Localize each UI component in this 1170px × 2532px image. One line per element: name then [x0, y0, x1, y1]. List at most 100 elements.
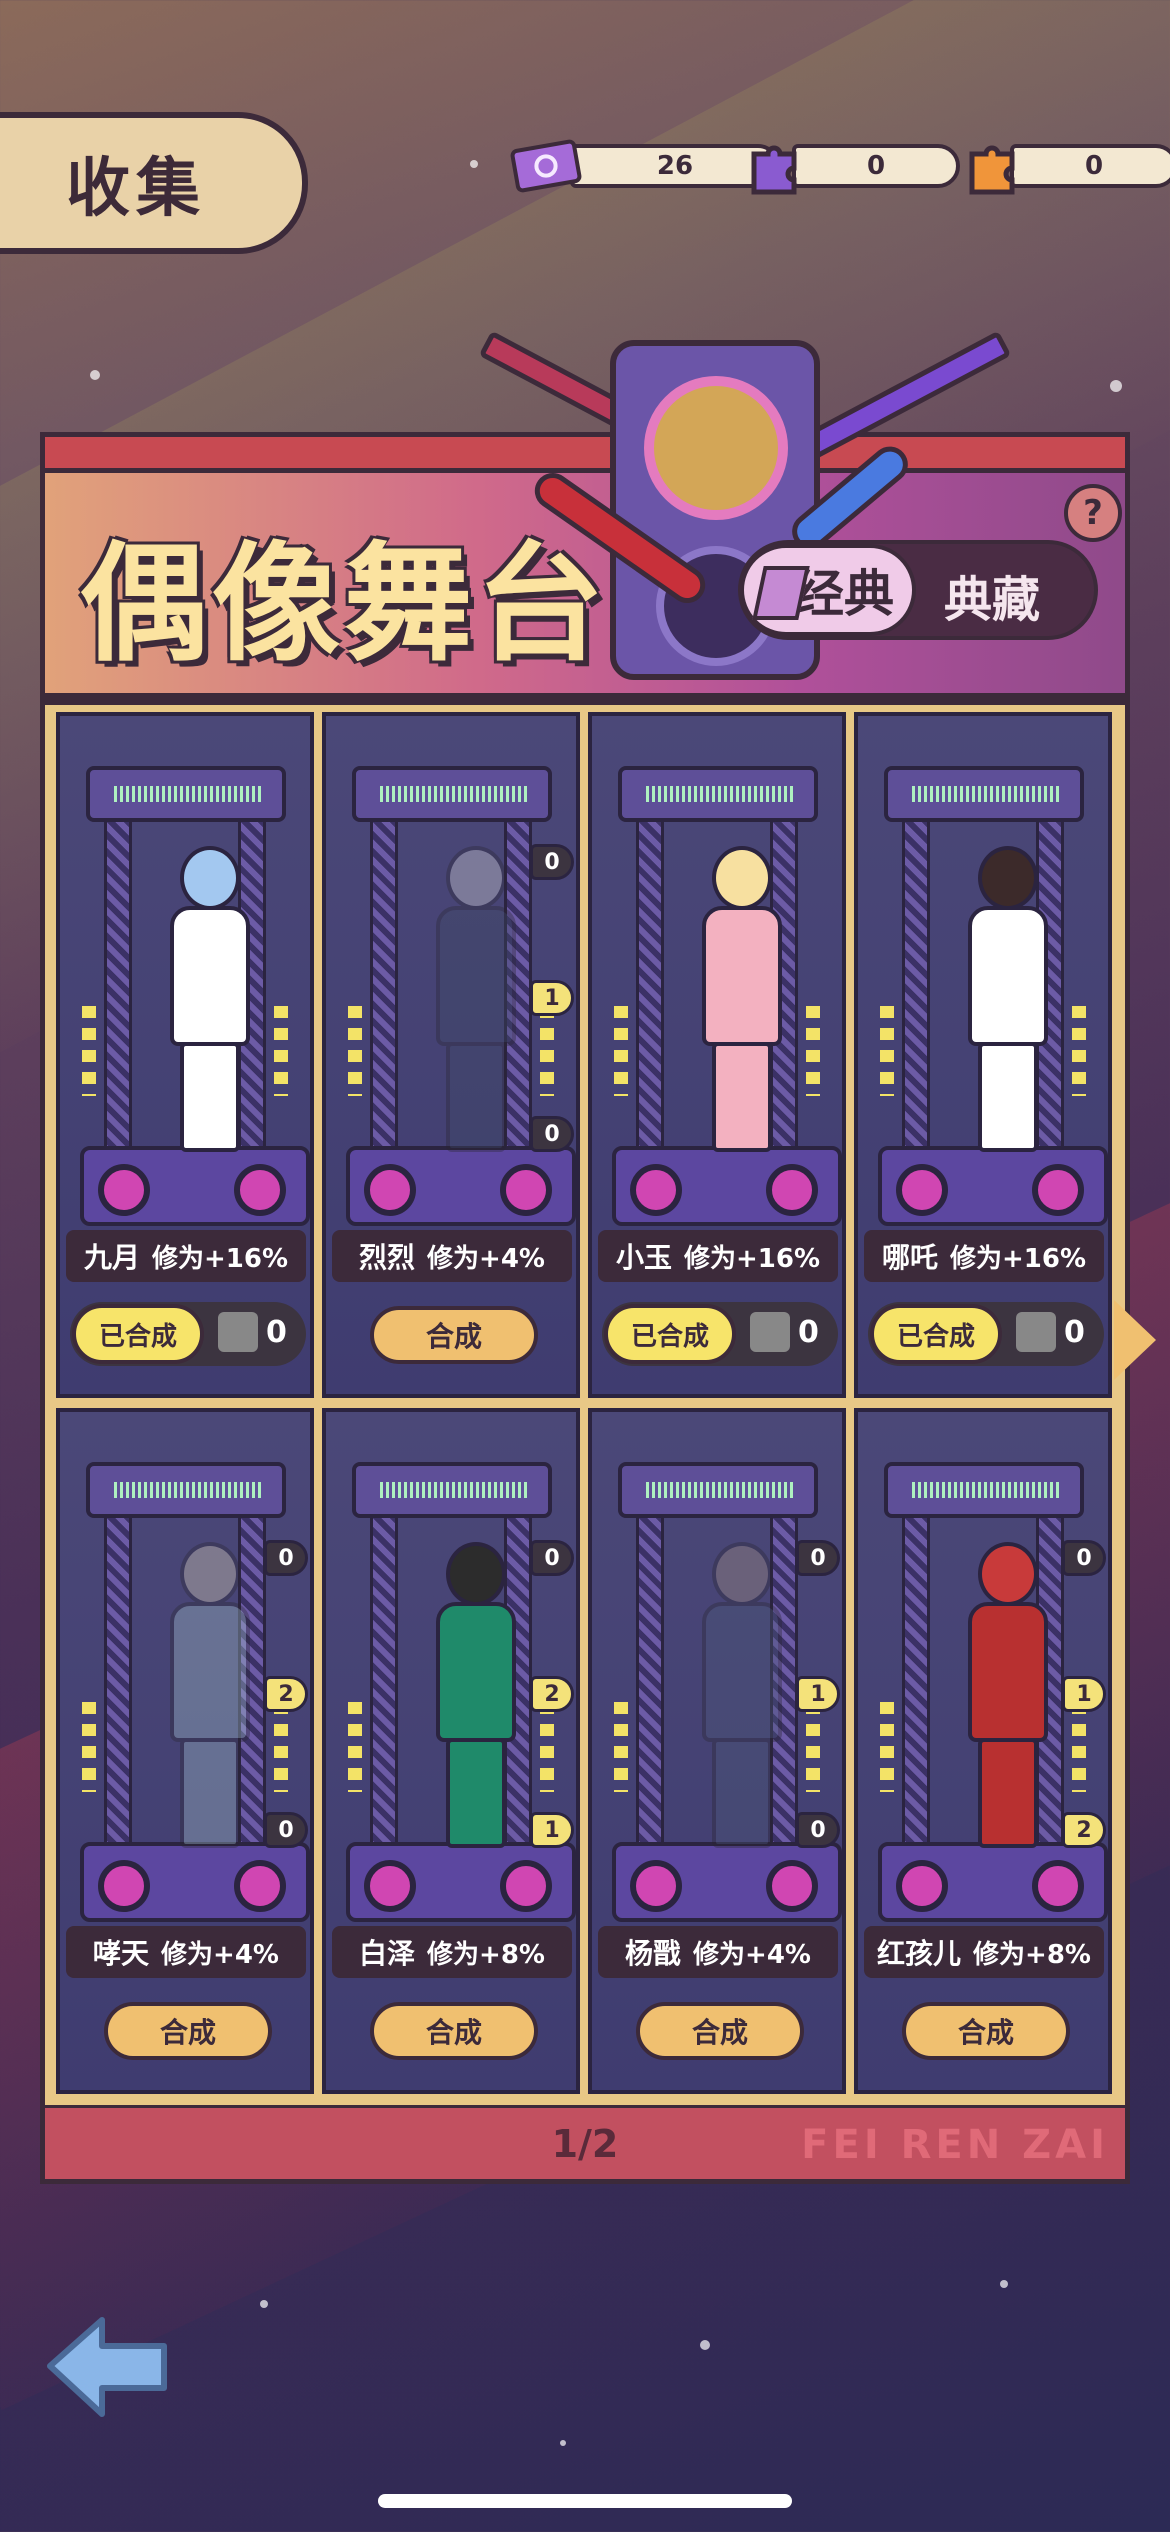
speaker-rig — [884, 766, 1084, 822]
idol-name: 哮天 — [93, 1937, 150, 1970]
fragment-count: 1 — [796, 1676, 840, 1712]
stage-truss — [902, 816, 930, 1156]
idol-figure — [682, 1532, 802, 1862]
puzzle-icon — [1016, 1312, 1056, 1352]
puzzle-icon — [218, 1312, 258, 1352]
idol-name: 小玉 — [615, 1241, 672, 1274]
page-indicator: 1/2 — [551, 2121, 619, 2166]
synthesize-button[interactable]: 合成 — [370, 2002, 538, 2060]
speaker-rig — [86, 766, 286, 822]
tab-classic-label: 经典 — [794, 565, 894, 623]
stage-lights — [1072, 1006, 1086, 1096]
currency-value: 0 — [792, 144, 960, 188]
idol-name-bar: 九月 修为+16% — [66, 1230, 306, 1282]
next-page-arrow-icon[interactable] — [1114, 1300, 1156, 1380]
stage-truss — [370, 816, 398, 1156]
idol-card[interactable]: 0 1 0 烈烈 修为+4% 合成 — [322, 712, 580, 1398]
idol-bonus: 修为+8% — [973, 1939, 1091, 1970]
fragment-stock-count: 0 — [1064, 1314, 1085, 1350]
speaker-rig — [86, 1462, 286, 1518]
stage-tower — [878, 756, 1108, 1226]
help-button[interactable]: ? — [1064, 484, 1122, 542]
speaker-rig — [618, 766, 818, 822]
idol-card[interactable]: 0 2 0 哮天 修为+4% 合成 — [56, 1408, 314, 2094]
idol-card[interactable]: 哪吒 修为+16% 已合成 0 — [854, 712, 1112, 1398]
stage-truss — [636, 1512, 664, 1852]
synthesize-button[interactable]: 合成 — [370, 1306, 538, 1364]
stage-tower — [346, 1452, 576, 1922]
back-arrow-icon[interactable] — [42, 2310, 172, 2422]
stage-tower — [346, 756, 576, 1226]
stage-lights — [614, 1006, 628, 1096]
speaker-rig — [884, 1462, 1084, 1518]
fragment-count: 2 — [1062, 1812, 1106, 1848]
idol-name-bar: 哪吒 修为+16% — [864, 1230, 1104, 1282]
fragment-count: 0 — [264, 1540, 308, 1576]
speaker-rig — [352, 1462, 552, 1518]
idol-bonus: 修为+16% — [151, 1243, 289, 1274]
stage-lights — [274, 1702, 288, 1792]
idol-figure — [948, 836, 1068, 1166]
stage-lights — [274, 1006, 288, 1096]
stage-truss — [104, 816, 132, 1156]
idol-bonus: 修为+4% — [161, 1939, 279, 1970]
stage-tower — [612, 756, 842, 1226]
collect-header-tab: 收集 — [0, 112, 308, 254]
fragment-count: 0 — [796, 1540, 840, 1576]
orange-puzzle-icon — [956, 130, 1028, 202]
banner-title: 偶像舞台 — [80, 530, 609, 679]
stage-lights — [806, 1702, 820, 1792]
stage-lights — [614, 1702, 628, 1792]
stage-lights — [82, 1006, 96, 1096]
currency-orange-fragment[interactable]: 0 — [969, 142, 1170, 195]
tab-collection[interactable]: 典藏 — [944, 560, 1040, 630]
idol-bonus: 修为+16% — [683, 1243, 821, 1274]
stage-truss — [104, 1512, 132, 1852]
fragment-count: 0 — [796, 1812, 840, 1848]
synthesize-button[interactable]: 合成 — [902, 2002, 1070, 2060]
stage-lights — [348, 1006, 362, 1096]
fragment-count: 0 — [530, 1540, 574, 1576]
help-label: ? — [1083, 493, 1103, 533]
idol-name: 哪吒 — [881, 1241, 938, 1274]
home-indicator[interactable] — [378, 2494, 792, 2508]
fragment-count: 1 — [1062, 1676, 1106, 1712]
stage-tower — [612, 1452, 842, 1922]
idol-bonus: 修为+8% — [427, 1939, 545, 1970]
stage-lights — [348, 1702, 362, 1792]
fragment-count: 0 — [264, 1812, 308, 1848]
idol-name: 九月 — [83, 1241, 140, 1274]
idol-name: 杨戬 — [625, 1937, 682, 1970]
stage-lights — [1072, 1702, 1086, 1792]
fragment-stock-count: 0 — [266, 1314, 287, 1350]
currency-purple-fragment[interactable]: 0 — [751, 142, 960, 195]
idol-name: 烈烈 — [359, 1241, 416, 1274]
stage-lights — [540, 1702, 554, 1792]
ticket-icon — [510, 130, 582, 202]
fragment-count: 0 — [530, 844, 574, 880]
synth-status-row: 已合成 0 — [602, 1302, 838, 1366]
fragment-count: 2 — [264, 1676, 308, 1712]
idol-card[interactable]: 0 2 1 白泽 修为+8% 合成 — [322, 1408, 580, 2094]
fragment-stock-count: 0 — [798, 1314, 819, 1350]
idol-card[interactable]: 小玉 修为+16% 已合成 0 — [588, 712, 846, 1398]
idol-card[interactable]: 0 1 0 杨戬 修为+4% 合成 — [588, 1408, 846, 2094]
synthesized-button[interactable]: 已合成 — [72, 1304, 204, 1364]
speaker-rig — [618, 1462, 818, 1518]
synthesized-button[interactable]: 已合成 — [870, 1304, 1002, 1364]
stage-tower — [80, 756, 310, 1226]
synth-status-row: 已合成 0 — [868, 1302, 1104, 1366]
idol-card[interactable]: 九月 修为+16% 已合成 0 — [56, 712, 314, 1398]
idol-name-bar: 白泽 修为+8% — [332, 1926, 572, 1978]
synthesize-button[interactable]: 合成 — [104, 2002, 272, 2060]
tab-classic[interactable]: 经典 — [740, 544, 916, 636]
stage-tower — [80, 1452, 310, 1922]
synthesize-button[interactable]: 合成 — [636, 2002, 804, 2060]
stage-lights — [540, 1006, 554, 1096]
fragment-count: 1 — [530, 1812, 574, 1848]
idol-card[interactable]: 0 1 2 红孩儿 修为+8% 合成 — [854, 1408, 1112, 2094]
idol-name-bar: 烈烈 修为+4% — [332, 1230, 572, 1282]
stage-truss — [636, 816, 664, 1156]
synthesized-button[interactable]: 已合成 — [604, 1304, 736, 1364]
purple-puzzle-icon — [738, 130, 810, 202]
